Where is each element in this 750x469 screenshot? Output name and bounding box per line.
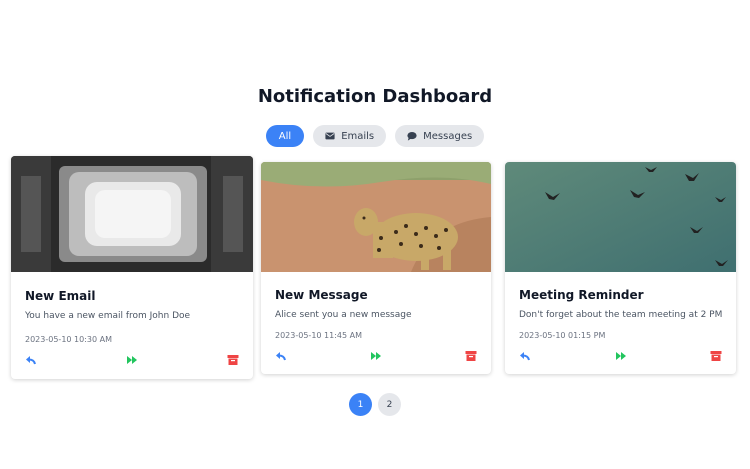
fast-forward-icon[interactable] [615, 350, 627, 362]
fast-forward-icon[interactable] [126, 354, 138, 366]
archive-icon[interactable] [710, 350, 722, 362]
reply-icon[interactable] [519, 350, 531, 362]
notification-image [11, 156, 253, 272]
notification-timestamp: 2023-05-10 01:15 PM [519, 331, 606, 340]
page-2-button[interactable]: 2 [378, 393, 401, 416]
notification-actions [25, 354, 239, 366]
notification-title: Meeting Reminder [519, 288, 644, 302]
notification-title: New Message [275, 288, 368, 302]
archive-icon[interactable] [227, 354, 239, 366]
filter-all-label: All [278, 130, 292, 142]
filter-messages-label: Messages [423, 130, 473, 142]
notification-message: You have a new email from John Doe [25, 311, 191, 321]
pagination: 1 2 [0, 393, 750, 416]
notification-card-reminder[interactable]: Meeting Reminder Don't forget about the … [505, 162, 736, 374]
notification-timestamp: 2023-05-10 10:30 AM [25, 335, 113, 344]
notification-message: Alice sent you a new message [275, 310, 412, 320]
envelope-icon [325, 132, 335, 140]
filter-all-button[interactable]: All [265, 125, 305, 147]
notification-actions [519, 350, 722, 362]
notification-message: Don't forget about the team meeting at 2… [519, 310, 723, 320]
notification-actions [275, 350, 477, 362]
reply-icon[interactable] [275, 350, 287, 362]
page-1-button[interactable]: 1 [349, 393, 372, 416]
notification-timestamp: 2023-05-10 11:45 AM [275, 331, 363, 340]
page-title: Notification Dashboard [257, 86, 493, 107]
fast-forward-icon[interactable] [370, 350, 382, 362]
filter-messages-button[interactable]: Messages [395, 125, 485, 147]
reply-icon[interactable] [25, 354, 37, 366]
archive-icon[interactable] [465, 350, 477, 362]
filter-emails-label: Emails [341, 130, 375, 142]
notification-image [261, 162, 491, 272]
notification-card-email[interactable]: New Email You have a new email from John… [11, 156, 253, 379]
filter-emails-button[interactable]: Emails [313, 125, 387, 147]
notification-image [505, 162, 736, 272]
notification-card-message[interactable]: New Message Alice sent you a new message… [261, 162, 491, 374]
notification-title: New Email [25, 289, 96, 303]
chat-bubble-icon [407, 132, 417, 141]
filter-bar: All Emails Messages [0, 125, 750, 147]
